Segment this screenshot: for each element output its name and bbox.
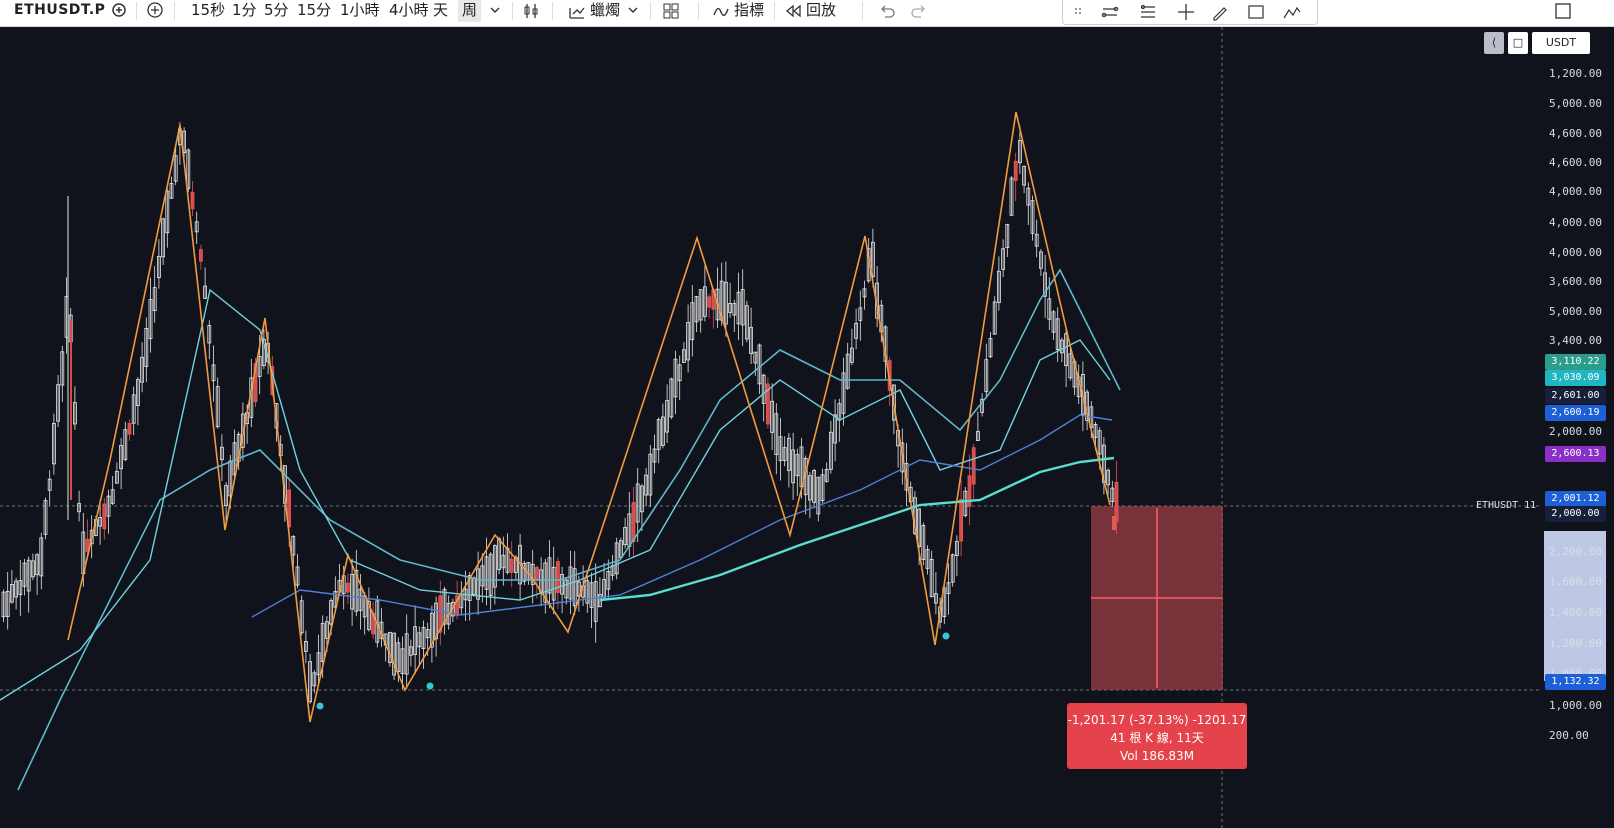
- replay-button[interactable]: 回放: [806, 0, 836, 22]
- maximize-icon[interactable]: [1552, 0, 1574, 22]
- pattern-icon[interactable]: [1281, 1, 1303, 23]
- fib-icon[interactable]: [1137, 1, 1159, 23]
- price-scale-tick: 5,000.00: [1549, 305, 1602, 318]
- candle-body: [198, 249, 203, 262]
- timeframe-dropdown-icon[interactable]: [484, 0, 506, 22]
- auto-scale-button[interactable]: □: [1508, 32, 1528, 54]
- measure-price-change: -1,201.17 (-37.13%) -1201.17: [1067, 713, 1247, 727]
- drag-handle-icon[interactable]: [1067, 1, 1089, 23]
- brush-icon[interactable]: [1209, 1, 1231, 23]
- price-scale-tick: 4,000.00: [1549, 185, 1602, 198]
- timeframe-1m[interactable]: 1分: [232, 0, 257, 22]
- timeframe-1w[interactable]: 周: [458, 0, 482, 22]
- price-scale-tick: 2,200.00: [1549, 545, 1602, 558]
- toolbar-divider: [698, 2, 699, 20]
- candle-body: [535, 567, 539, 581]
- chart-type-label[interactable]: 蠟燭: [590, 0, 620, 22]
- price-scale-tick: 4,000.00: [1549, 246, 1602, 259]
- price-scale-tick: 4,600.00: [1549, 127, 1602, 140]
- toolbar-divider: [650, 2, 651, 20]
- pivot-marker: [426, 682, 434, 690]
- price-chart-canvas[interactable]: [0, 27, 1540, 828]
- candles-icon[interactable]: [566, 0, 588, 22]
- drawing-toolbar: [1062, 0, 1318, 25]
- candle-body: [971, 447, 976, 485]
- moving-average-line-long: [599, 456, 1115, 602]
- crosshair-icon[interactable]: [1175, 1, 1197, 23]
- candle-body: [190, 191, 195, 210]
- price-tag-label: 2,601.00: [1545, 388, 1606, 404]
- last-candle-marker: [1112, 516, 1116, 530]
- moving-average-line-fast: [17, 268, 1121, 791]
- timeframe-15m[interactable]: 15分: [297, 0, 331, 22]
- toolbar-divider: [512, 2, 513, 20]
- candle-body: [127, 422, 132, 435]
- price-tag-label: 2,600.13: [1545, 446, 1606, 462]
- price-tag-label: 2,600.19: [1545, 405, 1606, 421]
- zigzag-indicator-line: [67, 111, 1111, 723]
- replay-icon[interactable]: [782, 0, 804, 22]
- measure-bars-duration: 41 根 K 線, 11天: [1110, 731, 1204, 745]
- price-scale-tick: 200.00: [1549, 729, 1589, 742]
- candle-body: [1013, 160, 1018, 181]
- price-scale-tick: 4,000.00: [1549, 216, 1602, 229]
- toolbar-divider: [136, 2, 137, 20]
- candle-body: [707, 296, 711, 308]
- toolbar-divider: [774, 2, 775, 20]
- timeframe-1d[interactable]: 天: [433, 0, 448, 22]
- price-scale-tick: 3,400.00: [1549, 334, 1602, 347]
- layout-icon[interactable]: [660, 0, 682, 22]
- trendline-icon[interactable]: [1099, 1, 1121, 23]
- price-tag-label: 1,132.32: [1545, 674, 1606, 690]
- chart-type-dropdown-icon[interactable]: [622, 0, 644, 22]
- candle-body: [509, 558, 514, 573]
- collapse-scale-button[interactable]: ⟨: [1484, 32, 1504, 54]
- top-toolbar: ETHUSDT.P 15秒 1分 5分 15分 1小時 4小時 天 周 蠟燭 指…: [0, 0, 1614, 27]
- price-scale-tick: 1,200.00: [1549, 637, 1602, 650]
- price-scale-tick: 1,200.00: [1549, 67, 1602, 80]
- price-tag-label: 3,110.22: [1545, 354, 1606, 370]
- candle-body: [959, 499, 963, 542]
- price-scale-tick: 1,400.00: [1549, 606, 1602, 619]
- add-symbol-icon[interactable]: [144, 0, 166, 22]
- timeframe-15s[interactable]: 15秒: [191, 0, 225, 22]
- indicators-icon[interactable]: [710, 0, 732, 22]
- toolbar-divider: [174, 2, 175, 20]
- candle-body: [345, 582, 350, 593]
- indicators-button[interactable]: 指標: [734, 0, 764, 22]
- redo-icon[interactable]: [908, 0, 930, 22]
- undo-icon[interactable]: [876, 0, 898, 22]
- moving-average-line-mid: [0, 288, 1111, 701]
- timeframe-5m[interactable]: 5分: [264, 0, 289, 22]
- price-tag-label: 3,030.09: [1545, 370, 1606, 386]
- price-scale-tick: 1,000.00: [1549, 699, 1602, 712]
- measure-tooltip: -1,201.17 (-37.13%) -1201.17 41 根 K 線, 1…: [1067, 703, 1247, 769]
- candle-body: [102, 503, 107, 530]
- price-scale-tick: 3,600.00: [1549, 275, 1602, 288]
- pivot-marker: [942, 632, 950, 640]
- price-tag-label: 2,000.00: [1545, 506, 1606, 522]
- timeframe-4h[interactable]: 4小時: [389, 0, 429, 22]
- candle-body: [1114, 481, 1119, 523]
- timeframe-1h[interactable]: 1小時: [340, 0, 380, 22]
- toolbar-divider: [552, 2, 553, 20]
- bar-style-icon[interactable]: [520, 0, 542, 22]
- price-scale-tick: 2,000.00: [1549, 425, 1602, 438]
- price-scale-tick: 1,600.00: [1549, 575, 1602, 588]
- candle-body: [631, 502, 636, 543]
- price-tag-label: 2,001.12: [1545, 491, 1606, 507]
- toolbar-divider: [862, 2, 863, 20]
- currency-selector[interactable]: USDT: [1532, 32, 1590, 54]
- price-scale-tick: 4,600.00: [1549, 156, 1602, 169]
- measure-volume: Vol 186.83M: [1119, 749, 1195, 763]
- price-scale-tick: 5,000.00: [1549, 97, 1602, 110]
- pivot-marker: [316, 702, 324, 710]
- compare-icon[interactable]: [108, 0, 130, 22]
- crosshair-symbol-label: ETHUSDT 11: [1476, 500, 1537, 511]
- rectangle-icon[interactable]: [1245, 1, 1267, 23]
- symbol-search-button[interactable]: ETHUSDT.P: [14, 0, 105, 22]
